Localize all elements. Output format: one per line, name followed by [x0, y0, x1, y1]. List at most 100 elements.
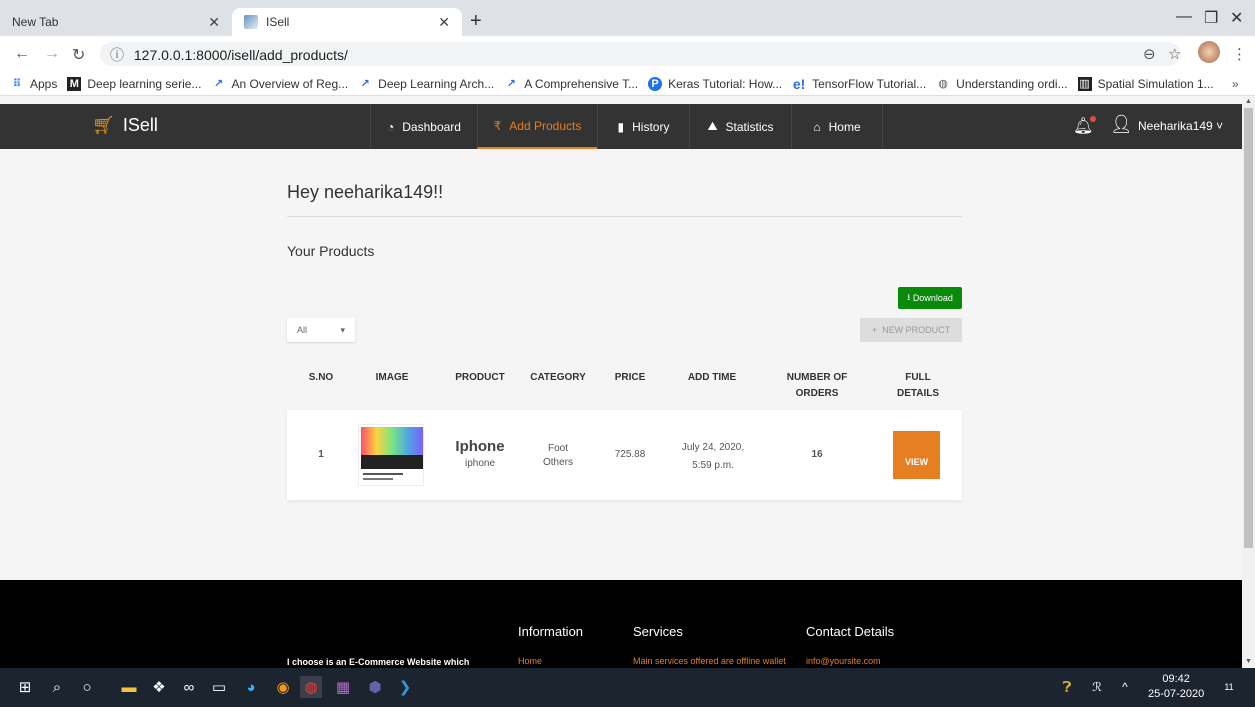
new-tab-button[interactable]: + [470, 10, 482, 33]
footer-email-link[interactable]: info@yoursite.com [806, 656, 881, 666]
notification-bell-icon[interactable]: 🔔︎ [1073, 116, 1097, 136]
trend-icon: ↗ [213, 77, 224, 90]
vscode-icon[interactable]: ❯ [394, 676, 416, 698]
chrome-menu-icon[interactable]: ⋮ [1232, 45, 1247, 63]
help-icon[interactable]: ❓︎ [1056, 676, 1078, 698]
footer-heading-information: Information [518, 624, 584, 639]
action-center-icon[interactable]: 11 [1218, 676, 1240, 698]
system-clock[interactable]: 09:42 25-07-2020 [1148, 672, 1204, 702]
address-bar-row: ← → ↻ ⓘ 127.0.0.1:8000/isell/add_product… [0, 36, 1255, 72]
header-full-details: FULL DETAILS [883, 370, 953, 402]
user-menu[interactable]: Neeharika149 ˅ [1138, 119, 1223, 133]
nav-label: Statistics [725, 119, 774, 134]
tab-isell[interactable]: ISell ✕ [232, 8, 462, 36]
scroll-up-icon[interactable]: ▲ [1245, 98, 1252, 105]
bookmark-label: An Overview of Reg... [231, 76, 349, 91]
restore-icon[interactable]: ❐ [1204, 8, 1218, 28]
file-explorer-icon[interactable]: ▬ [118, 676, 140, 698]
bookmark-apps[interactable]: ⠿ Apps [10, 77, 58, 91]
dashboard-icon: ◔ [387, 119, 395, 134]
bookmark-label: A Comprehensive T... [524, 76, 639, 91]
onenote-icon[interactable]: ▦ [332, 676, 354, 698]
nav-home[interactable]: ⌂ Home [791, 104, 883, 149]
back-arrow-icon[interactable]: ← [14, 45, 30, 63]
caret-down-icon: ▾ [340, 324, 345, 335]
user-icon[interactable]: 👤︎ [1110, 114, 1133, 135]
cell-orders: 16 [811, 449, 823, 460]
tab-title: ISell [266, 15, 290, 29]
cell-sno: 1 [318, 449, 324, 460]
product-image[interactable] [358, 424, 424, 486]
bookmarks-bar: ⠿ Apps M Deep learning serie... ↗ An Ove… [0, 72, 1255, 96]
url-input[interactable]: ⓘ 127.0.0.1:8000/isell/add_products/ [100, 42, 1180, 66]
trend-icon: ↗ [360, 77, 370, 90]
more-bookmarks-icon[interactable]: » [1232, 77, 1239, 91]
reload-icon[interactable]: ↻ [72, 45, 85, 65]
scrollbar-thumb[interactable] [1244, 108, 1253, 548]
bookmark-item[interactable]: ▥ Spatial Simulation 1... [1077, 76, 1214, 91]
scroll-down-icon[interactable]: ▼ [1245, 658, 1252, 665]
tab-new-tab[interactable]: New Tab ✕ [0, 8, 232, 36]
download-button[interactable]: ⭳ Download [898, 287, 962, 309]
nav-history[interactable]: ▮ History [597, 104, 689, 149]
nav-label: History [632, 119, 670, 134]
brand-name: ISell [122, 115, 158, 135]
footer-heading-services: Services [633, 624, 683, 639]
view-button[interactable]: VIEW [893, 431, 940, 479]
cell-price: 725.88 [614, 449, 646, 460]
medium-icon: M [67, 76, 82, 91]
globe-icon: ◍ [938, 77, 948, 90]
search-icon[interactable]: ⌕ [46, 676, 68, 698]
close-icon[interactable]: ✕ [208, 14, 220, 31]
forward-arrow-icon[interactable]: → [44, 45, 60, 63]
plus-icon: + [871, 325, 883, 335]
new-product-button[interactable]: + NEW PRODUCT [860, 318, 962, 342]
bookmark-item[interactable]: ◍ Understanding ordi... [936, 77, 1067, 91]
brand-logo[interactable]: 🛒︎ ISell [92, 115, 158, 136]
windows-taskbar: ⊞ ⌕ ○ ▬ ❖ ∞ ▭ ◕ ◉ ◍ ▦ ⬢ ❯ ❓︎ ℛ ^ 09:42 2… [0, 668, 1255, 707]
chevron-up-icon[interactable]: ^ [1114, 676, 1136, 698]
firefox-icon[interactable]: ◉ [272, 676, 294, 698]
nav-statistics[interactable]: ⛰ Statistics [689, 104, 791, 149]
site-footer: I choose is an E-Commerce Website which … [0, 580, 1242, 668]
star-icon[interactable]: ☆ [1168, 45, 1181, 63]
image-ground [361, 455, 423, 469]
product-name: Iphone [455, 438, 505, 455]
infinity-icon[interactable]: ∞ [178, 676, 200, 698]
windows-start-icon[interactable]: ⊞ [14, 676, 36, 698]
info-icon[interactable]: ⓘ [110, 47, 124, 63]
bookmark-item[interactable]: ↗ An Overview of Reg... [211, 77, 348, 91]
book-icon: ▮ [617, 119, 625, 134]
bookmark-item[interactable]: ↗ Deep Learning Arch... [358, 77, 495, 91]
bookmark-item[interactable]: P Keras Tutorial: How... [648, 76, 782, 91]
edge-icon[interactable]: ◕ [240, 676, 262, 698]
terminal-icon[interactable]: ▭ [208, 676, 230, 698]
notification-count: 11 [1224, 682, 1234, 692]
window-close-icon[interactable]: ✕ [1230, 8, 1243, 28]
nav-add-products[interactable]: ₹ Add Products [477, 104, 597, 149]
profile-avatar[interactable] [1198, 41, 1220, 63]
chrome-taskbar-icon[interactable]: ◍ [300, 676, 322, 698]
category-filter-select[interactable]: All ▾ [287, 318, 355, 342]
bookmark-item[interactable]: e! TensorFlow Tutorial... [792, 77, 926, 91]
footer-link-home[interactable]: Home [518, 656, 542, 666]
people-icon[interactable]: ℛ [1086, 676, 1108, 698]
close-icon[interactable]: ✕ [438, 14, 450, 31]
page-greeting: Hey neeharika149!! [287, 182, 444, 202]
teams-icon[interactable]: ⬢ [364, 676, 386, 698]
header-orders-line1: NUMBER OF [786, 372, 848, 383]
header-sno: S.NO [308, 372, 334, 383]
header-product: PRODUCT [455, 372, 505, 383]
bookmark-item[interactable]: ↗ A Comprehensive T... [504, 77, 638, 91]
nav-dashboard[interactable]: ◔ Dashboard [370, 104, 477, 149]
new-product-label: NEW PRODUCT [882, 325, 951, 335]
divider [287, 216, 962, 217]
zoom-icon[interactable]: ⊖ [1143, 45, 1156, 63]
dropbox-icon[interactable]: ❖ [148, 676, 170, 698]
download-label: Download [912, 293, 953, 303]
bookmark-item[interactable]: M Deep learning serie... [67, 76, 201, 91]
notification-dot [1090, 116, 1097, 122]
cortana-icon[interactable]: ○ [76, 676, 98, 698]
minimize-icon[interactable]: — [1176, 8, 1192, 26]
page-scrollbar[interactable]: ▲ ▼ [1242, 96, 1255, 668]
